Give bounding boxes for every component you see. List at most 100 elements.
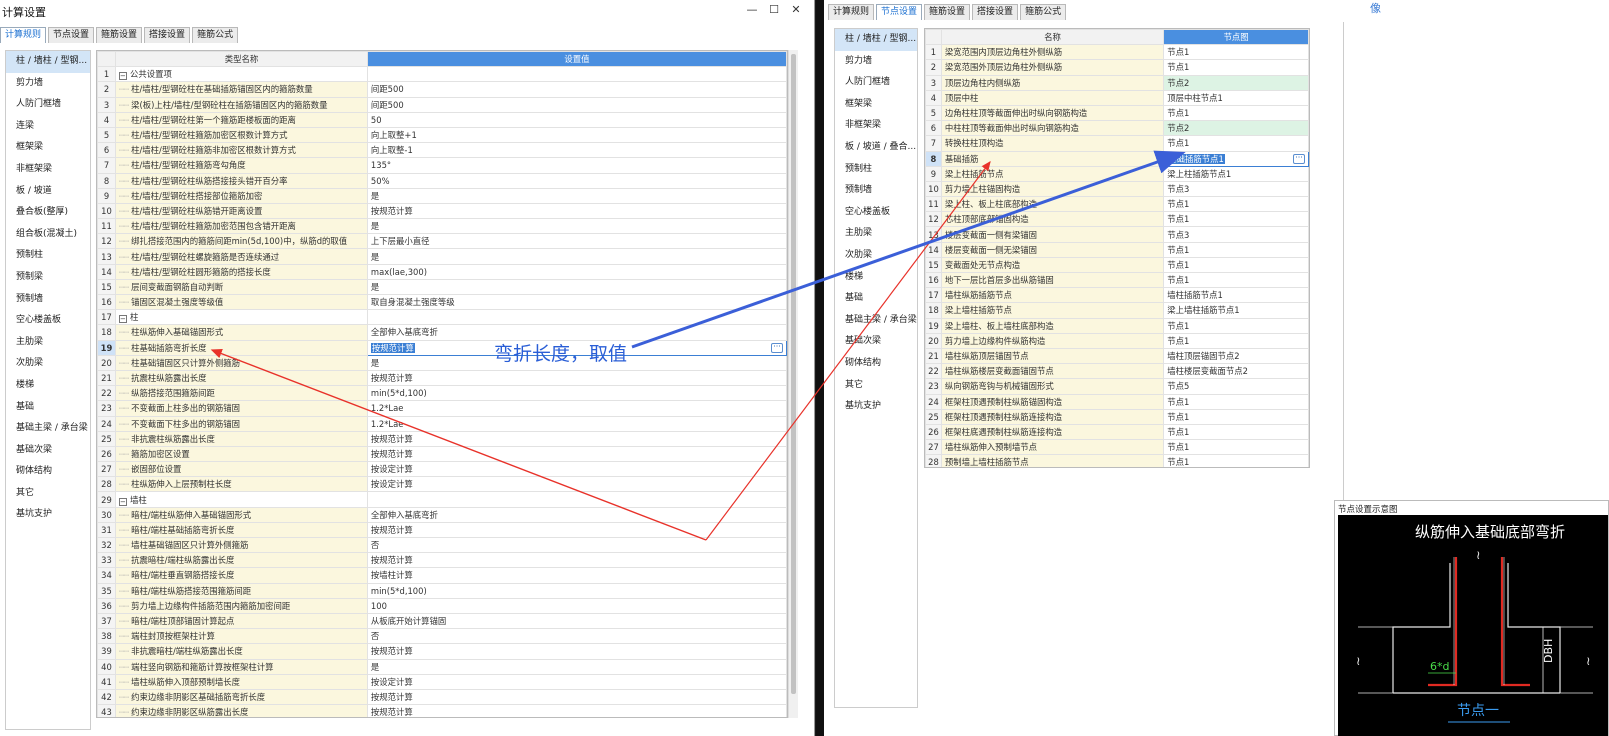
row-value-cell[interactable]: 按规范计算 (366, 521, 787, 539)
left-sidebar-item[interactable]: 人防门框墙 (6, 94, 90, 116)
table-row[interactable]: 31 ┈┈ 暗柱/端柱基础插筋弯折长度 按规范计算 (97, 521, 787, 539)
right-sidebar-item[interactable]: 柱 / 墙柱 / 型钢... (835, 29, 917, 51)
table-row[interactable]: 3 顶层边角柱内侧纵筋 节点2 (925, 74, 1309, 91)
table-row[interactable]: 26 框架柱底遇预制柱纵筋连接构造 节点1 (925, 423, 1309, 441)
row-value-cell[interactable]: 间距500 (366, 81, 787, 98)
table-row[interactable]: 11 梁上柱、板上柱底部构造 节点1 (925, 196, 1309, 213)
row-value-cell[interactable]: 是 (366, 658, 787, 675)
right-sidebar-item[interactable]: 基坑支护 (835, 396, 917, 418)
row-value-cell[interactable]: 全部伸入基底弯折 (366, 506, 787, 523)
right-sidebar-item[interactable]: 预制柱 (835, 159, 917, 181)
row-value-cell[interactable]: 节点3 (1163, 226, 1309, 243)
right-sidebar-item[interactable]: 剪力墙 (835, 51, 917, 73)
row-value-cell[interactable]: 节点2 (1163, 74, 1309, 91)
table-row[interactable]: 26 ┈┈ 箍筋加密区设置 按规范计算 (97, 445, 787, 463)
row-value-cell[interactable]: max(lae,300) (366, 263, 787, 280)
table-row[interactable]: 29− 墙柱 (97, 491, 787, 508)
row-value-cell[interactable]: 135° (366, 157, 787, 174)
row-value-cell[interactable]: 50% (366, 172, 787, 189)
row-value-cell[interactable]: 节点1 (1163, 135, 1309, 152)
row-value-cell[interactable]: 节点1 (1163, 196, 1309, 213)
table-row[interactable]: 4 顶层中柱 顶层中柱节点1 (925, 89, 1309, 106)
tab-stirrup-formula[interactable]: 箍筋公式 (192, 27, 239, 43)
left-sidebar-item[interactable]: 板 / 坡道 (6, 181, 90, 203)
maximize-button[interactable]: ☐ (764, 2, 784, 18)
row-value-cell[interactable]: 墙柱插筋节点1 (1163, 287, 1309, 304)
close-button[interactable]: ✕ (786, 2, 806, 18)
left-sidebar-item[interactable]: 其它 (6, 483, 90, 505)
row-value-cell[interactable]: 按规范计算 (366, 202, 787, 220)
left-scroll-thumb[interactable] (791, 54, 796, 694)
left-sidebar-item[interactable]: 预制柱 (6, 245, 90, 267)
right-sidebar-item[interactable]: 基础 (835, 288, 917, 310)
row-value-cell[interactable]: 墙柱顶层锚固节点2 (1163, 347, 1309, 365)
row-value-cell[interactable]: 节点1 (1163, 256, 1309, 274)
table-row[interactable]: 18 ┈┈ 柱纵筋伸入基础锚固形式 全部伸入基底弯折 (97, 324, 787, 341)
table-row[interactable]: 42 ┈┈ 约束边缘非阴影区基础插筋弯折长度 按规范计算 (97, 688, 787, 706)
right-sidebar-item[interactable]: 砌体结构 (835, 353, 917, 375)
row-value-cell[interactable]: 是 (366, 278, 787, 296)
table-row[interactable]: 15 变截面处无节点构造 节点1 (925, 256, 1309, 274)
row-value-cell[interactable]: 节点1 (1163, 59, 1309, 76)
table-row[interactable]: 20 ┈┈ 柱基础锚固区只计算外侧箍筋是 (97, 354, 787, 371)
left-sidebar-item[interactable]: 连梁 (6, 116, 90, 138)
tab-stirrup-formula[interactable]: 箍筋公式 (1020, 4, 1067, 20)
row-value-cell[interactable]: 节点1 (1163, 439, 1309, 456)
left-sidebar-item[interactable]: 剪力墙 (6, 73, 90, 95)
table-row[interactable]: 6 ┈┈ 柱/墙柱/型钢砼柱箍筋非加密区根数计算方式 向上取整-1 (97, 142, 787, 159)
row-value-cell[interactable]: 1.2*Lae (366, 400, 787, 417)
table-row[interactable]: 17− 柱 (97, 309, 787, 326)
table-row[interactable]: 41 ┈┈ 墙柱纵筋伸入顶部预制墙长度 按设定计算 (97, 673, 787, 690)
table-row[interactable]: 15 ┈┈ 层间变截面钢筋自动判断是 (97, 278, 787, 296)
table-row[interactable]: 23 ┈┈ 不变截面上柱多出的钢筋锚固 1.2*Lae (97, 400, 787, 417)
row-value-cell[interactable]: 上下层最小直径 (366, 233, 787, 250)
table-row[interactable]: 9 ┈┈ 柱/墙柱/型钢砼柱搭接部位箍筋加密是 (97, 187, 787, 204)
table-row[interactable]: 17 墙柱纵筋插筋节点 墙柱插筋节点1 (925, 287, 1309, 304)
left-sidebar-item[interactable]: 砌体结构 (6, 461, 90, 483)
left-grid-scrollbar[interactable] (788, 50, 798, 718)
row-value-cell[interactable]: 按规范计算 (366, 552, 787, 569)
table-row[interactable]: 35 ┈┈ 暗柱/端柱纵筋搭接范围箍筋间距 min(5*d,100) (97, 582, 787, 599)
table-row[interactable]: 7 ┈┈ 柱/墙柱/型钢砼柱箍筋弯勾角度 135° (97, 157, 787, 174)
row-value-cell[interactable]: 按规范计算 (366, 445, 787, 463)
row-value-cell[interactable]: 否 (366, 536, 787, 554)
table-row[interactable]: 25 ┈┈ 非抗震柱纵筋露出长度 按规范计算 (97, 430, 787, 447)
table-row[interactable]: 27 墙柱纵筋伸入预制墙节点 节点1 (925, 439, 1309, 456)
table-row[interactable]: 28 ┈┈ 柱纵筋伸入上层预制柱长度 按设定计算 (97, 476, 787, 493)
table-row[interactable]: 5 边角柱柱顶等截面伸出时纵向钢筋构造 节点1 (925, 104, 1309, 122)
row-value-cell[interactable]: 节点1 (1163, 271, 1309, 289)
row-value-cell[interactable]: 是 (366, 187, 787, 204)
right-sidebar-item[interactable]: 预制墙 (835, 180, 917, 202)
table-row[interactable]: 32 ┈┈ 墙柱基础锚固区只计算外侧箍筋否 (97, 536, 787, 554)
row-value-cell[interactable]: 按规范计算 (366, 643, 787, 660)
row-value-cell[interactable]: 节点1 (1163, 454, 1309, 467)
table-row[interactable]: 3 ┈┈ 梁(板)上柱/墙柱/型钢砼柱在插筋锚固区内的箍筋数量 间距500 (97, 96, 787, 113)
row-value-cell[interactable]: 否 (366, 628, 787, 645)
left-sidebar-item[interactable]: 楼梯 (6, 375, 90, 397)
tab-stirrup-settings[interactable]: 箍筋设置 (924, 4, 971, 20)
table-row[interactable]: 21 墙柱纵筋顶层锚固节点 墙柱顶层锚固节点2 (925, 347, 1309, 365)
tab-node-settings[interactable]: 节点设置 (876, 4, 923, 20)
table-row[interactable]: 1 梁宽范围内顶层边角柱外侧纵筋 节点1 (925, 44, 1309, 61)
table-row[interactable]: 38 ┈┈ 端柱封顶按框架柱计算否 (97, 628, 787, 645)
row-value-cell[interactable]: 节点2 (1163, 120, 1309, 137)
right-sidebar-item[interactable]: 框架梁 (835, 94, 917, 116)
row-value-cell[interactable]: 是 (366, 218, 787, 235)
table-row[interactable]: 22 墙柱纵筋楼层变截面锚固节点 墙柱楼层变截面节点2 (925, 363, 1309, 380)
row-value-cell[interactable]: 间距500 (366, 96, 787, 113)
table-row[interactable]: 39 ┈┈ 非抗震暗柱/端柱纵筋露出长度 按规范计算 (97, 643, 787, 660)
right-sidebar-item[interactable]: 空心楼盖板 (835, 202, 917, 224)
row-value-cell[interactable]: 节点5 (1163, 378, 1309, 395)
table-row[interactable]: 18 梁上墙柱插筋节点 梁上墙柱插筋节点1 (925, 302, 1309, 319)
left-sidebar-item[interactable]: 叠合板(整厚) (6, 202, 90, 224)
table-row[interactable]: 28 预制墙上墙柱插筋节点 节点1 (925, 454, 1309, 467)
table-row[interactable]: 21 ┈┈ 抗震柱纵筋露出长度 按规范计算 (97, 369, 787, 387)
left-sidebar-item[interactable]: 基坑支护 (6, 504, 90, 526)
more-options-button[interactable]: ··· (771, 342, 783, 353)
right-sidebar-item[interactable]: 板 / 坡道 / 叠合... (835, 137, 917, 159)
row-value-cell[interactable]: 1.2*Lae (366, 415, 787, 432)
row-value-cell[interactable] (366, 66, 787, 83)
table-row[interactable]: 16 ┈┈ 锚固区混凝土强度等级值 取自身混凝土强度等级 (97, 293, 787, 311)
table-row[interactable]: 19 ┈┈ 柱基础插筋弯折长度 按规范计算 ··· (97, 339, 787, 356)
row-value-cell[interactable]: 节点1 (1163, 44, 1309, 61)
